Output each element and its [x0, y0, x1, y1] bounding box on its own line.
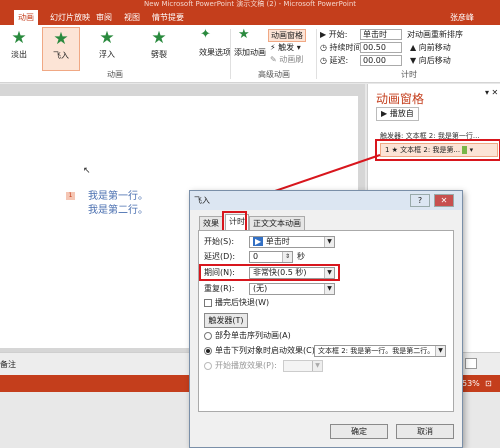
close-button[interactable]: ✕: [434, 194, 454, 207]
option-play-effect-label: 开始播放效果(P):: [215, 361, 277, 370]
option-sequence-label: 部分单击序列动画(A): [215, 331, 291, 340]
option-play-effect-radio[interactable]: [204, 362, 212, 370]
chevron-down-icon: ▼: [324, 237, 334, 247]
chevron-down-icon: ▼: [312, 361, 322, 371]
repeat-label: 重复(R):: [204, 284, 235, 293]
help-button[interactable]: ?: [410, 194, 430, 207]
timing-panel: 开始(S): ▶ 单击时 ▼ 延迟(D): 0 ⇕ 秒 期间(N): 非常快(0.5…: [198, 230, 454, 412]
bookmark-dropdown[interactable]: ▼: [283, 360, 323, 372]
start-dropdown[interactable]: ▶ 单击时 ▼: [249, 236, 335, 248]
delay-spinner[interactable]: 0 ⇕: [249, 251, 293, 263]
option-click-object-radio[interactable]: [204, 347, 212, 355]
rewind-checkbox[interactable]: [204, 299, 212, 307]
fly-in-dialog: 飞入 ? ✕ 效果 计时 正文文本动画 开始(S): ▶ 单击时 ▼ 延迟(D):…: [189, 190, 463, 448]
repeat-dropdown[interactable]: (无) ▼: [249, 283, 335, 295]
start-icon: ▶: [253, 237, 264, 246]
delay-label: 延迟(D):: [204, 252, 236, 261]
chevron-down-icon: ▼: [324, 284, 334, 294]
highlight-box: [222, 211, 247, 232]
ok-button[interactable]: 确定: [330, 424, 388, 439]
delay-unit: 秒: [297, 252, 305, 261]
option-sequence-radio[interactable]: [204, 332, 212, 340]
tab-effect[interactable]: 效果: [199, 216, 223, 230]
highlight-box: [199, 264, 340, 281]
rewind-label: 播完后快退(W): [215, 298, 270, 307]
cancel-button[interactable]: 取消: [396, 424, 454, 439]
chevron-down-icon: ▼: [435, 346, 445, 356]
trigger-object-dropdown[interactable]: 文本框 2: 我是第一行。我是第二行。 ▼: [314, 345, 446, 357]
tab-text-animation[interactable]: 正文文本动画: [249, 216, 305, 230]
option-click-object-label: 单击下列对象时启动效果(C):: [215, 346, 318, 355]
start-label: 开始(S):: [204, 237, 235, 246]
trigger-toggle-button[interactable]: 触发器(T) ⇡: [204, 313, 248, 338]
spinner-icon: ⇕: [282, 252, 292, 262]
